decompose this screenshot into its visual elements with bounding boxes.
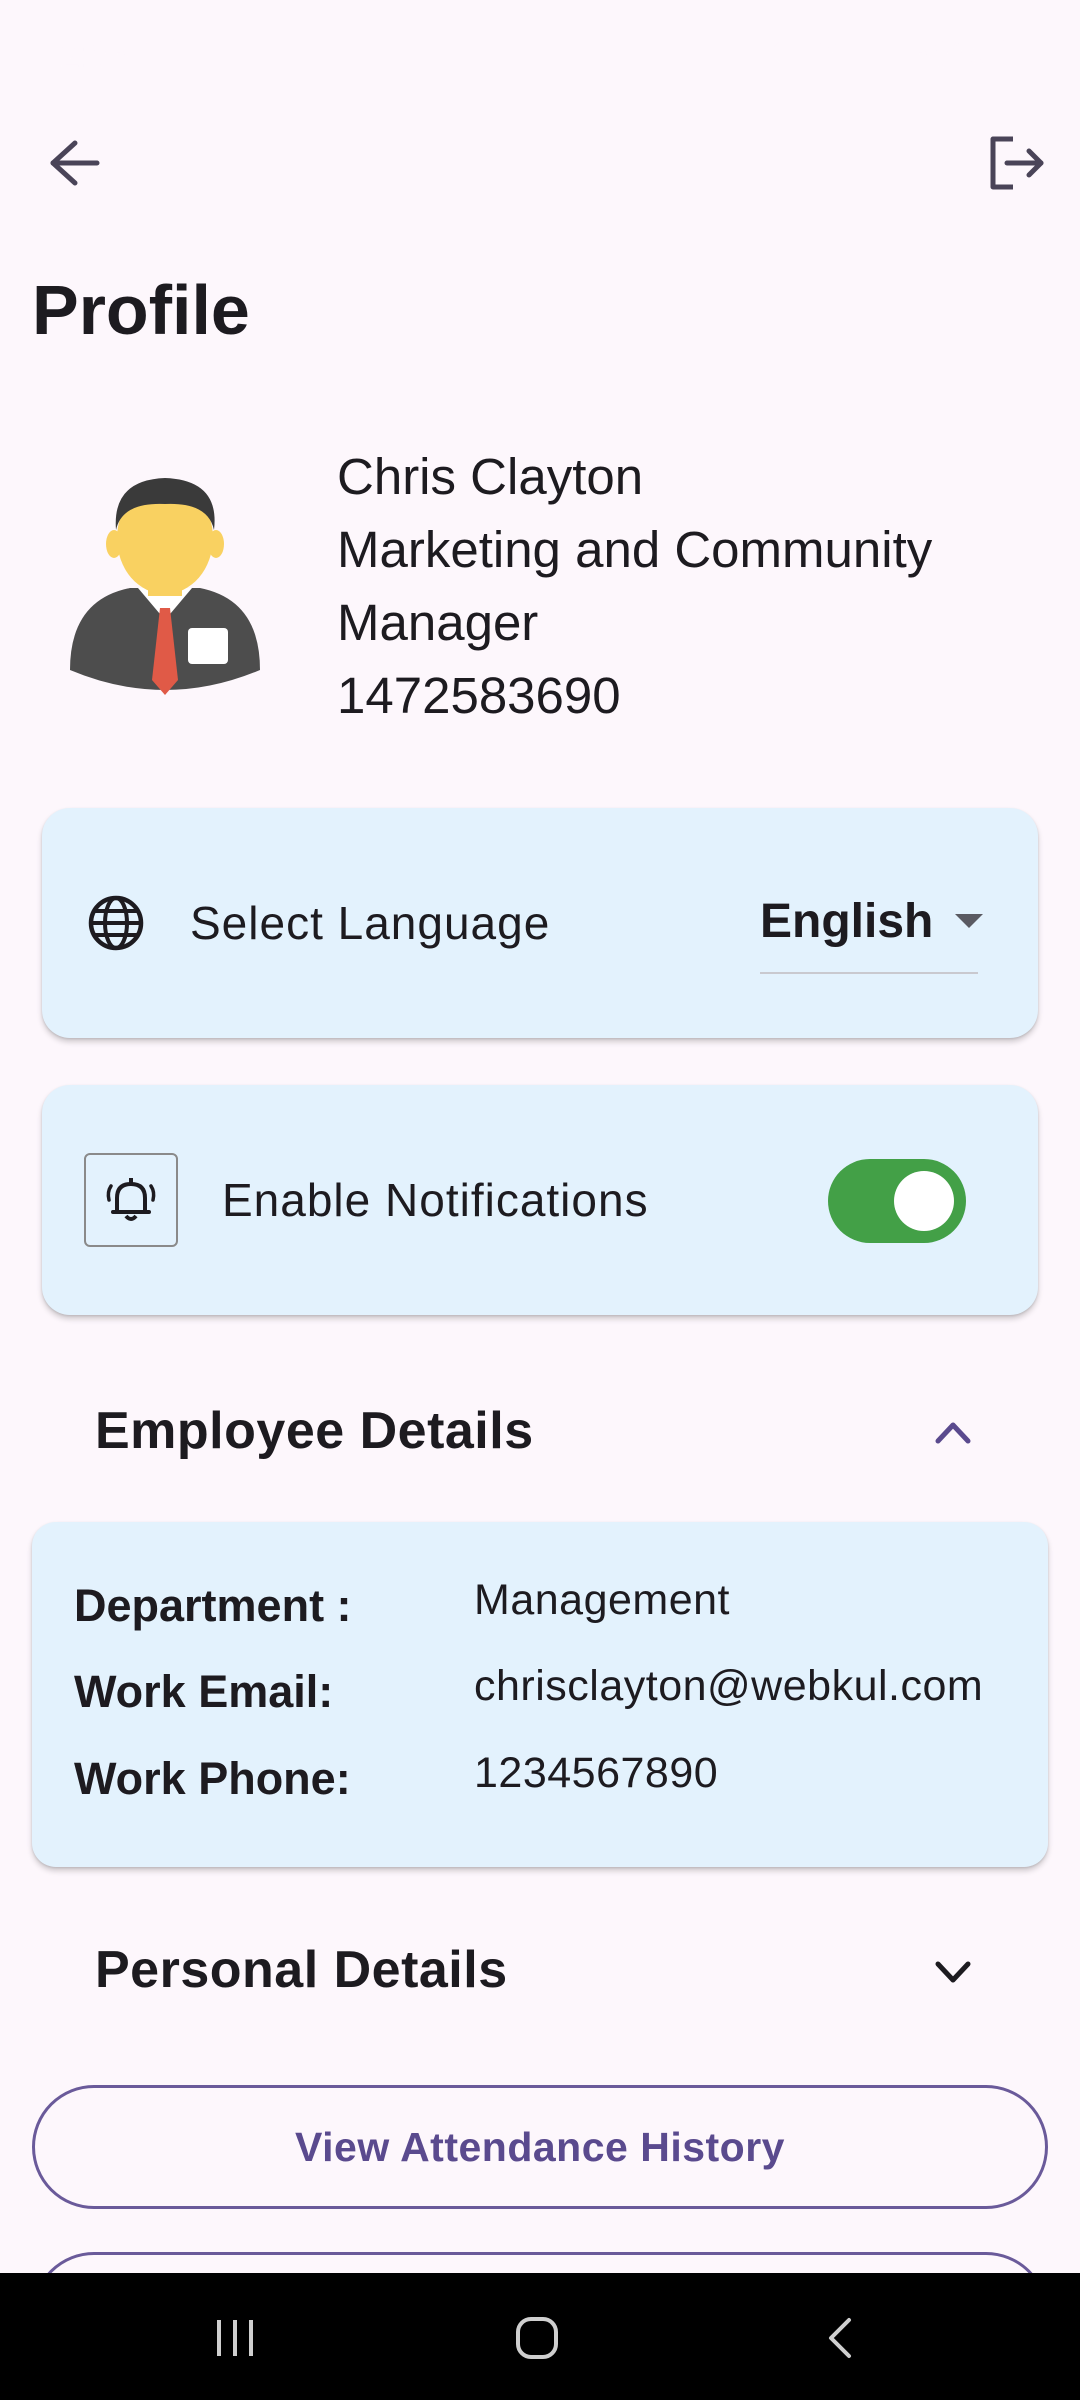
signal-icon (862, 34, 896, 76)
detail-value: chrisclayton@webkul.com (474, 1662, 984, 1710)
detail-row-work-email: Work Email: chrisclayton@webkul.com (74, 1662, 1024, 1736)
avatar (60, 460, 270, 700)
language-label: Select Language (190, 897, 551, 949)
arrow-left-icon (45, 137, 101, 194)
detail-value: Management (474, 1576, 730, 1624)
language-selected: English (760, 894, 934, 948)
nav-back-icon[interactable] (806, 2303, 876, 2373)
back-button[interactable] (28, 120, 118, 210)
chevron-down-icon (930, 1948, 976, 1994)
detail-row-department: Department : Management (74, 1576, 1024, 1650)
status-time: 2:03 (60, 34, 131, 75)
language-card: Select Language English (42, 808, 1038, 1038)
personal-details-header[interactable]: Personal Details (0, 1912, 1080, 2022)
employee-details-card: Department : Management Work Email: chri… (32, 1522, 1048, 1867)
profile-name: Chris Clayton (337, 448, 644, 505)
app-bar (0, 120, 1080, 210)
home-icon[interactable] (502, 2303, 572, 2373)
caret-down-icon (955, 914, 984, 928)
mute-icon (760, 34, 790, 76)
detail-row-work-phone: Work Phone: 1234567890 (74, 1749, 1024, 1823)
chevron-up-icon (930, 1409, 976, 1455)
globe-icon (86, 893, 146, 953)
notifications-label: Enable Notifications (222, 1174, 649, 1226)
detail-key: Department : (74, 1580, 352, 1631)
profile-role-line1: Marketing and Community (337, 521, 933, 578)
employee-details-header[interactable]: Employee Details (0, 1373, 1080, 1483)
detail-value: 1234567890 (474, 1749, 719, 1797)
bell-ringing-icon (84, 1153, 178, 1247)
profile-phone: 1472583690 (337, 667, 621, 724)
employee-details-title: Employee Details (95, 1402, 534, 1460)
wifi-icon (806, 34, 846, 76)
language-dropdown[interactable]: English (760, 870, 984, 974)
profile-section: Chris Clayton Marketing and Community Ma… (0, 440, 1080, 760)
personal-details-title: Personal Details (95, 1941, 508, 1999)
battery-level: 30% (911, 34, 984, 75)
profile-info: Chris Clayton Marketing and Community Ma… (337, 440, 1037, 732)
detail-key: Work Phone: (74, 1753, 351, 1804)
notifications-card: Enable Notifications (42, 1085, 1038, 1315)
battery-icon (1000, 34, 1020, 76)
page-title: Profile (32, 271, 250, 349)
detail-key: Work Email: (74, 1666, 334, 1717)
system-nav-bar (0, 2273, 1080, 2400)
profile-role-line2: Manager (337, 594, 539, 651)
recent-apps-icon[interactable] (200, 2303, 270, 2373)
view-attendance-history-button[interactable]: View Attendance History (32, 2085, 1048, 2209)
logout-button[interactable] (972, 120, 1062, 210)
logout-icon (987, 135, 1047, 196)
toggle-knob (894, 1171, 954, 1231)
notification-icon (146, 34, 178, 76)
notifications-toggle[interactable] (828, 1159, 966, 1243)
status-bar: 2:03 30% (0, 0, 1080, 110)
